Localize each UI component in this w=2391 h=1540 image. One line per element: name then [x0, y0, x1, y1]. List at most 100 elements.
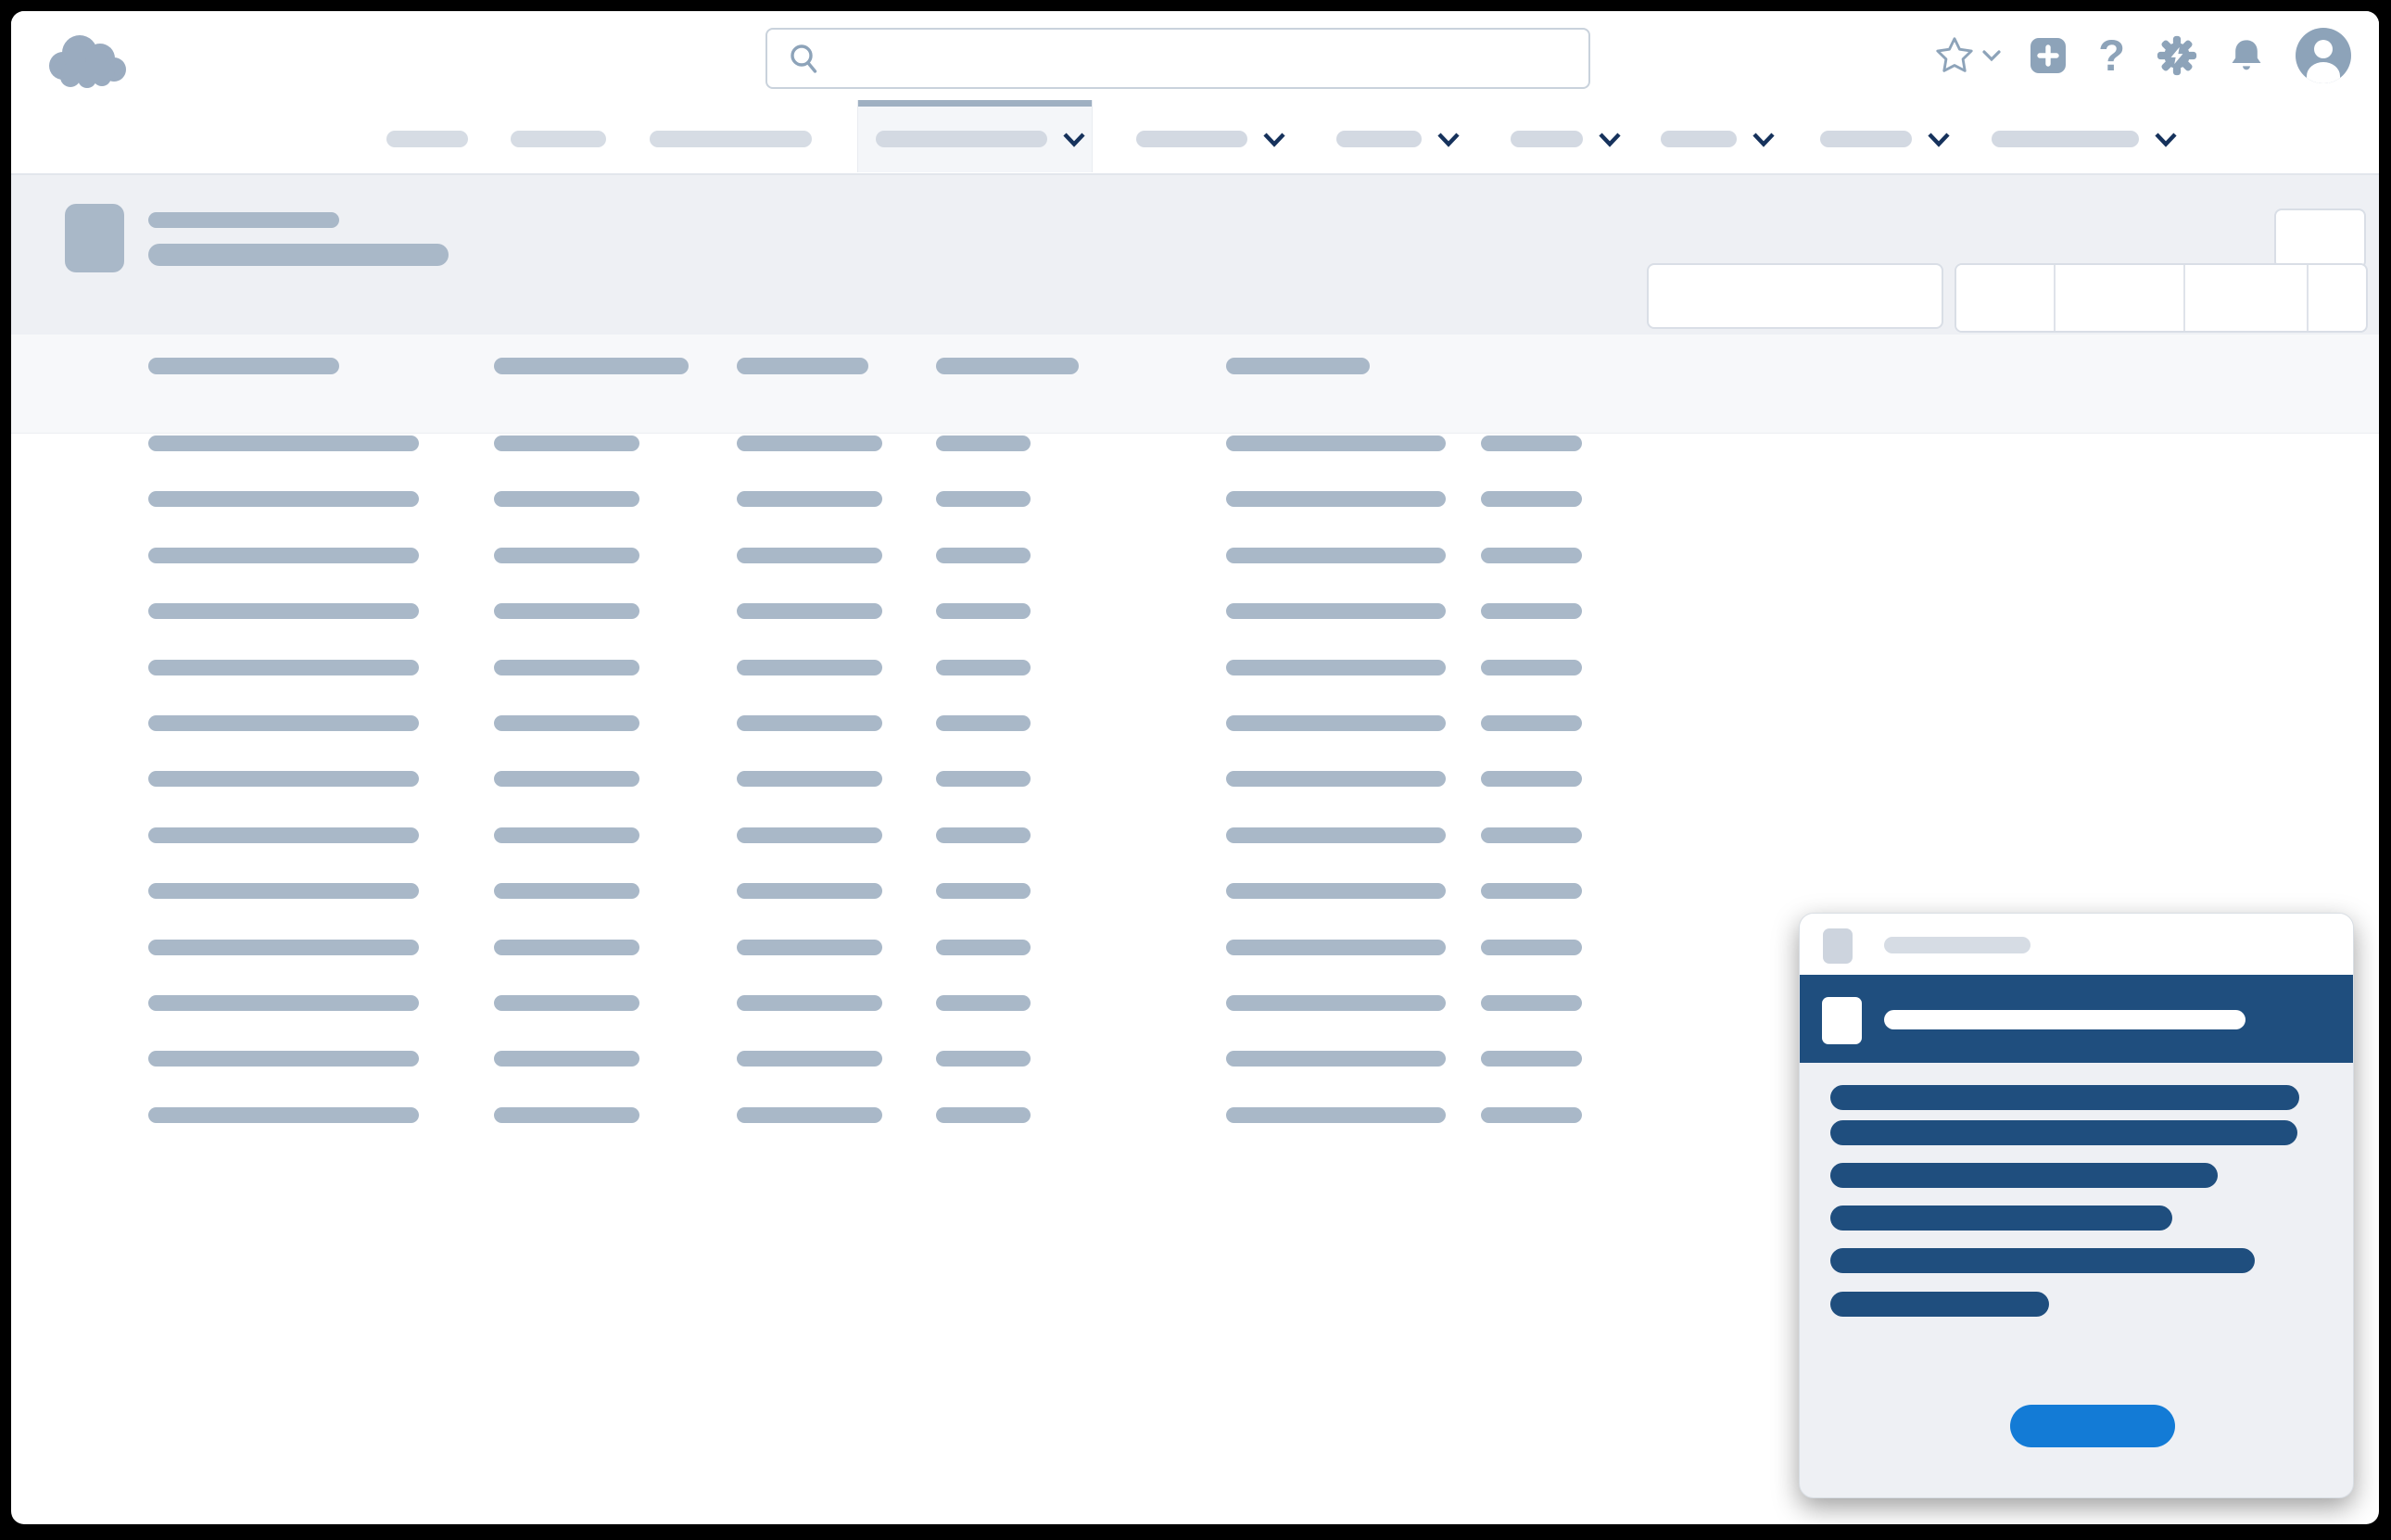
cell-skeleton-bar [1226, 995, 1446, 1011]
cell-skeleton-bar [1226, 548, 1446, 563]
header-wide-button[interactable] [1647, 263, 1943, 329]
chevron-down-icon [1927, 132, 1951, 147]
nav-tab-with-menu[interactable] [1992, 131, 2178, 147]
group-button-segment[interactable] [2185, 265, 2309, 331]
cell-skeleton-bar [936, 435, 1031, 451]
group-button-segment[interactable] [2056, 265, 2185, 331]
favorites-chevron-down-icon[interactable] [1981, 49, 2002, 62]
cell-skeleton-bar [148, 827, 419, 843]
table-row [11, 603, 2379, 619]
cell-skeleton-bar [1481, 1107, 1582, 1123]
cell-skeleton-bar [148, 995, 419, 1011]
user-avatar-icon[interactable] [2296, 28, 2351, 83]
cell-skeleton-bar [1481, 995, 1582, 1011]
cell-skeleton-bar [494, 1107, 639, 1123]
nav-tab-placeholder[interactable] [511, 131, 606, 147]
help-glyph: ? [2098, 33, 2125, 77]
cell-skeleton-bar [936, 715, 1031, 731]
cell-skeleton-bar [1226, 883, 1446, 899]
column-header-skeleton-bar [1226, 358, 1370, 374]
cell-skeleton-bar [148, 660, 419, 675]
nav-tab-placeholder[interactable] [650, 131, 812, 147]
skeleton-tab-label-bar [1511, 131, 1583, 147]
skeleton-tab-label-bar [1820, 131, 1912, 147]
cell-skeleton-bar [936, 883, 1031, 899]
app-window: ? [11, 11, 2379, 1524]
header-small-button[interactable] [2274, 208, 2366, 269]
chevron-down-icon [1062, 132, 1086, 147]
cell-skeleton-bar [494, 715, 639, 731]
chevron-down-icon [1752, 132, 1776, 147]
cell-skeleton-bar [1481, 771, 1582, 787]
nav-tab-placeholder[interactable] [386, 131, 468, 147]
cell-skeleton-bar [148, 771, 419, 787]
popup-text-skeleton-bar [1830, 1292, 2049, 1317]
column-header-skeleton-bar [936, 358, 1079, 374]
cell-skeleton-bar [737, 435, 882, 451]
group-button-segment[interactable] [1956, 265, 2056, 331]
cell-skeleton-bar [148, 883, 419, 899]
table-row [11, 491, 2379, 507]
cell-skeleton-bar [1226, 660, 1446, 675]
cell-skeleton-bar [936, 660, 1031, 675]
salesforce-cloud-logo[interactable] [43, 31, 132, 92]
table-row [11, 715, 2379, 731]
cell-skeleton-bar [737, 883, 882, 899]
popup-title-icon [1823, 928, 1853, 964]
column-header-skeleton-bar [148, 358, 339, 374]
notifications-bell-icon[interactable] [2227, 35, 2266, 76]
table-row [11, 435, 2379, 451]
global-search [765, 28, 1590, 89]
nav-tab-with-menu[interactable] [1511, 131, 1622, 147]
help-icon[interactable]: ? [2098, 33, 2125, 77]
cell-skeleton-bar [737, 771, 882, 787]
active-tab-content [876, 131, 1086, 147]
table-header-row [11, 335, 2379, 434]
page-header-icon-placeholder [65, 204, 124, 272]
cell-skeleton-bar [494, 435, 639, 451]
cell-skeleton-bar [1226, 771, 1446, 787]
cell-skeleton-bar [1226, 603, 1446, 619]
add-plus-square-icon[interactable] [2030, 37, 2067, 74]
table-row [11, 771, 2379, 787]
column-header-skeleton-bar [494, 358, 689, 374]
popup-action-button[interactable] [2010, 1405, 2175, 1447]
nav-tab-with-menu[interactable] [1336, 131, 1461, 147]
cell-skeleton-bar [1226, 940, 1446, 955]
nav-tab-with-menu[interactable] [1136, 131, 1286, 147]
cell-skeleton-bar [494, 940, 639, 955]
cell-skeleton-bar [148, 548, 419, 563]
setup-gear-icon[interactable] [2157, 35, 2197, 76]
cell-skeleton-bar [148, 940, 419, 955]
nav-tab-active[interactable] [857, 100, 1093, 172]
cell-skeleton-bar [494, 771, 639, 787]
cell-skeleton-bar [936, 940, 1031, 955]
search-input[interactable] [840, 43, 1574, 74]
cell-skeleton-bar [1481, 548, 1582, 563]
cell-skeleton-bar [148, 715, 419, 731]
cell-skeleton-bar [936, 771, 1031, 787]
header-button-group [1955, 263, 2368, 333]
cell-skeleton-bar [737, 827, 882, 843]
nav-tab-with-menu[interactable] [1661, 131, 1776, 147]
cell-skeleton-bar [737, 491, 882, 507]
cell-skeleton-bar [936, 548, 1031, 563]
popup-banner [1800, 975, 2353, 1063]
cell-skeleton-bar [148, 491, 419, 507]
cell-skeleton-bar [1226, 1051, 1446, 1067]
favorites-star-icon[interactable] [1933, 34, 1976, 77]
chevron-down-icon [1436, 132, 1461, 147]
cell-skeleton-bar [737, 603, 882, 619]
popup-title-skeleton-bar [1884, 937, 2030, 953]
chevron-down-icon [1598, 132, 1622, 147]
popup-text-skeleton-bar [1830, 1248, 2255, 1273]
skeleton-tab-label-bar [876, 131, 1047, 147]
cell-skeleton-bar [737, 940, 882, 955]
skeleton-tab-label-bar [1992, 131, 2139, 147]
group-button-segment[interactable] [2309, 265, 2362, 331]
skeleton-tab-label-bar [1336, 131, 1422, 147]
header-actions: ? [1933, 11, 2351, 99]
popup-text-skeleton-bar [1830, 1120, 2297, 1145]
nav-tab-with-menu[interactable] [1820, 131, 1951, 147]
cell-skeleton-bar [494, 660, 639, 675]
